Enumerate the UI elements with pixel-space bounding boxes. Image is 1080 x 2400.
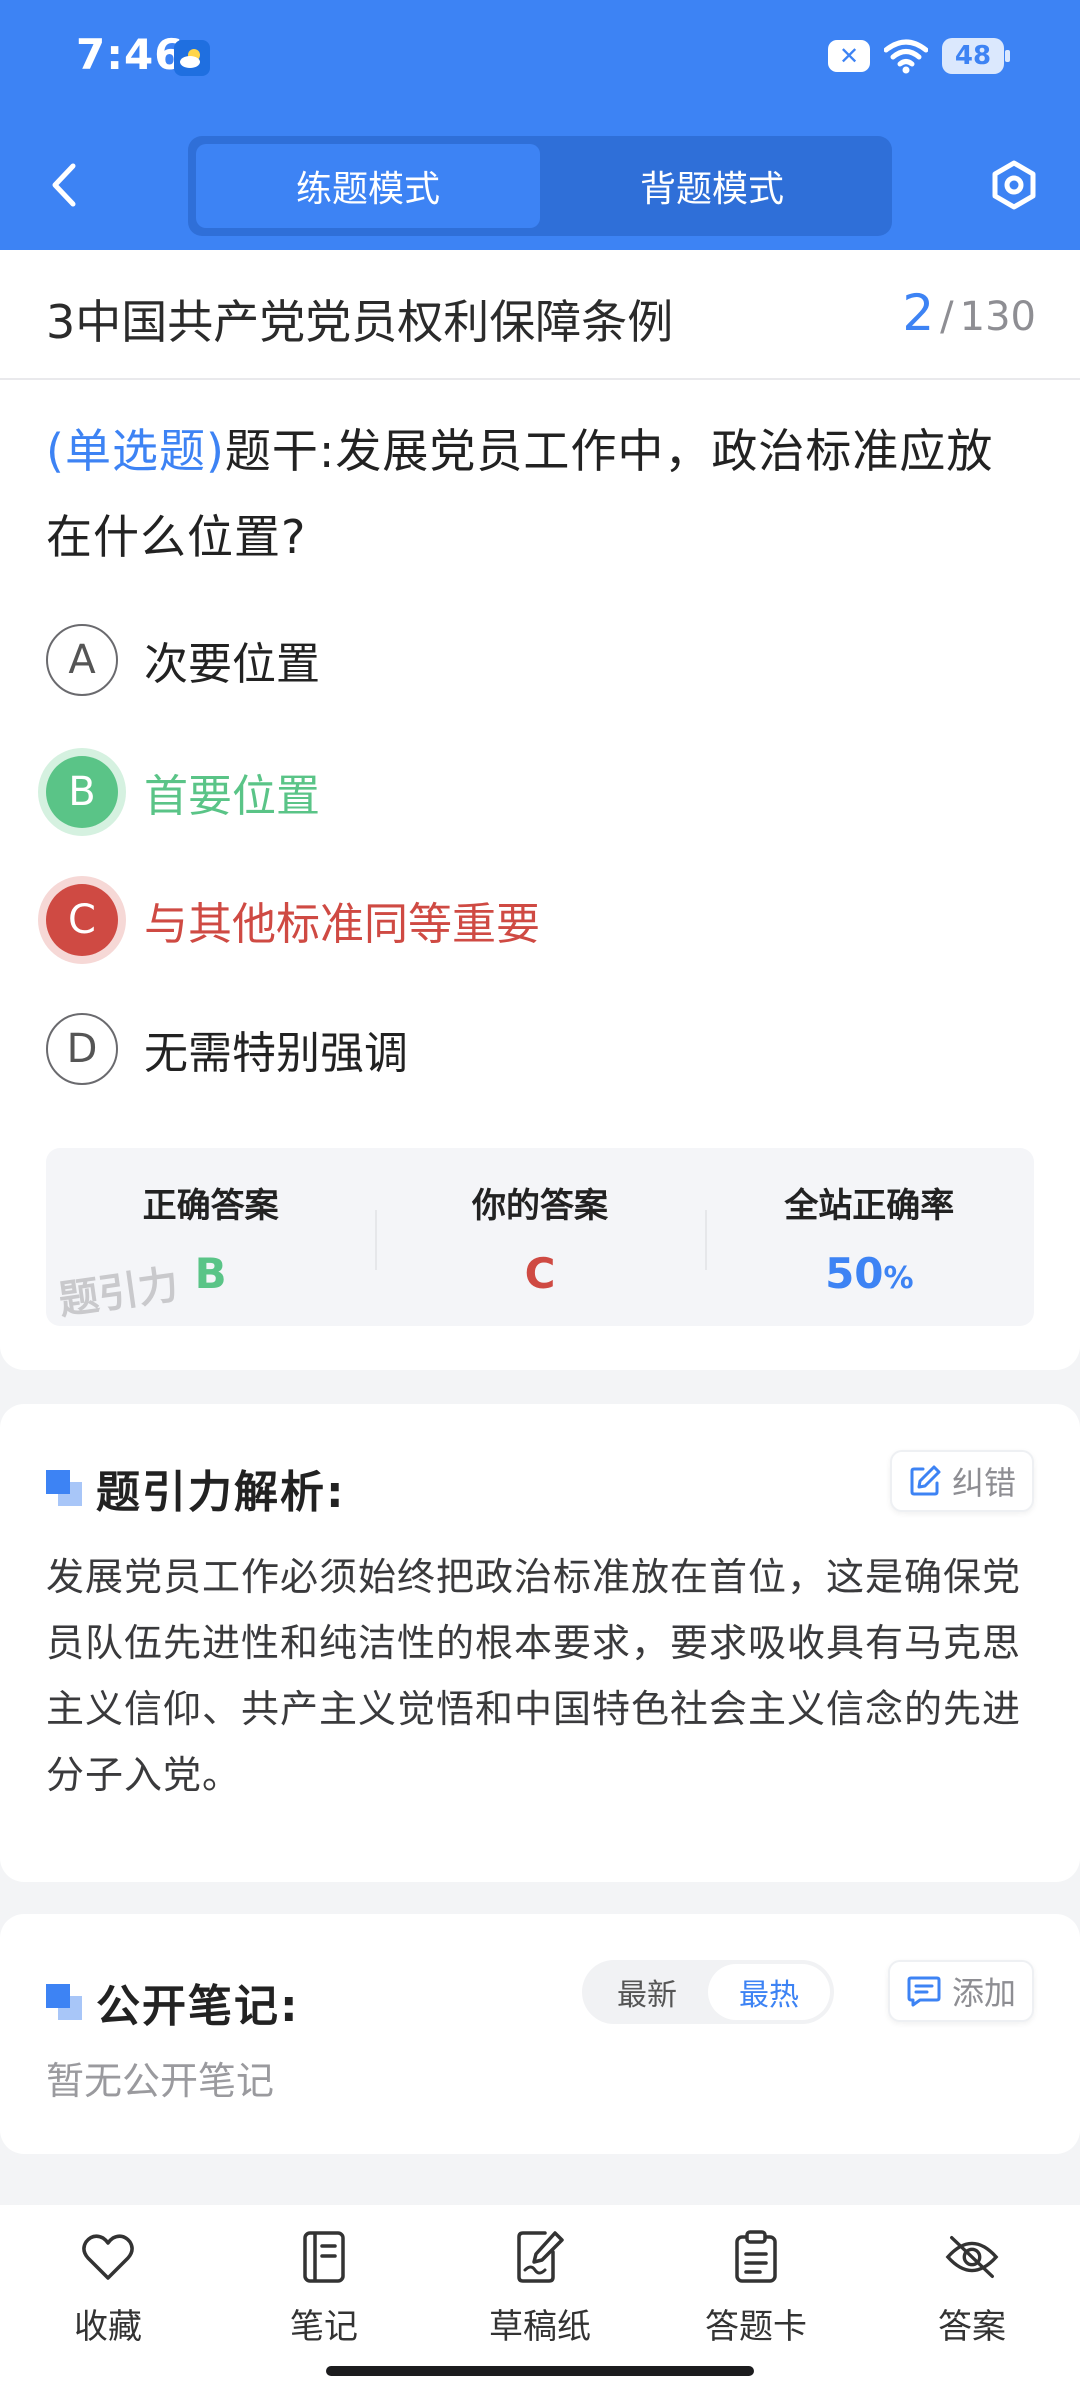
nav-label: 笔记: [290, 2307, 358, 2347]
notes-sort-toggle: 最新 最热: [582, 1960, 834, 2024]
stat-label: 正确答案: [142, 1186, 279, 1226]
watermark: 题引力: [55, 1261, 182, 1325]
rate-number: 50: [825, 1249, 884, 1298]
progress-total: 130: [959, 294, 1036, 340]
battery-indicator: 48: [942, 38, 1010, 74]
option-text: 首要位置: [144, 771, 320, 822]
report-error-label: 纠错: [951, 1464, 1016, 1502]
progress-current: 2: [902, 284, 935, 342]
tab-practice-mode[interactable]: 练题模式: [196, 144, 540, 228]
question-stem: (单选题)题干:发展党员工作中，政治标准应放在什么位置?: [46, 408, 1040, 580]
question-progress: 2 / 130: [902, 284, 1036, 342]
option-text: 无需特别强调: [144, 1028, 408, 1079]
option-a[interactable]: A 次要位置: [46, 624, 320, 696]
settings-button[interactable]: [984, 155, 1044, 215]
section-squares-icon: [46, 1984, 82, 2020]
mode-toggle: 练题模式 背题模式: [188, 136, 892, 236]
option-text: 与其他标准同等重要: [144, 899, 540, 950]
option-text: 次要位置: [144, 639, 320, 690]
progress-separator: /: [940, 294, 954, 340]
notification-x-icon: ✕: [828, 40, 870, 72]
notebook-icon: [296, 2229, 352, 2285]
answer-sheet-icon: [728, 2229, 784, 2285]
analysis-text: 发展党员工作必须始终把政治标准放在首位，这是确保党员队伍先进性和纯洁性的根本要求…: [46, 1555, 1022, 1797]
comment-icon: [907, 1976, 941, 2007]
wifi-icon: [884, 39, 928, 74]
chapter-title-row: 3中国共产党党员权利保障条例 2 / 130: [0, 250, 1080, 380]
draft-icon: [512, 2229, 568, 2285]
stat-value: B: [194, 1249, 227, 1298]
favorite-button[interactable]: 收藏: [0, 2205, 216, 2400]
stat-your-answer: 你的答案 C: [375, 1148, 704, 1326]
answer-stats: 正确答案 B 题引力 你的答案 C 全站正确率 50%: [46, 1148, 1034, 1326]
stat-value: 50%: [825, 1249, 914, 1298]
report-error-button[interactable]: 纠错: [889, 1450, 1034, 1512]
public-notes-card: 公开笔记: 最新 最热 添加 暂无公开笔记: [0, 1914, 1080, 2154]
stat-accuracy-rate: 全站正确率 50%: [704, 1148, 1034, 1326]
back-button[interactable]: [40, 155, 88, 215]
add-note-button[interactable]: 添加: [887, 1960, 1034, 2022]
analysis-header: 题引力解析:: [46, 1456, 346, 1520]
rate-unit: %: [883, 1261, 914, 1296]
hexagon-settings-icon: [992, 160, 1036, 210]
status-time: 7:46: [76, 30, 185, 79]
tab-memorize-mode[interactable]: 背题模式: [540, 144, 884, 228]
stat-label: 全站正确率: [784, 1186, 955, 1226]
stat-label: 你的答案: [471, 1186, 608, 1226]
option-c[interactable]: C 与其他标准同等重要: [46, 884, 540, 956]
option-letter: B: [46, 756, 118, 828]
nav-label: 收藏: [74, 2307, 142, 2347]
status-icons: ✕ 48: [828, 38, 1010, 74]
option-letter: A: [46, 624, 118, 696]
analysis-title: 题引力解析:: [96, 1467, 346, 1518]
stat-value: C: [524, 1249, 556, 1298]
notes-empty-text: 暂无公开笔记: [46, 2059, 275, 2103]
add-note-label: 添加: [951, 1974, 1016, 2012]
section-squares-icon: [46, 1470, 82, 1506]
heart-icon: [80, 2229, 136, 2285]
eye-off-icon: [944, 2229, 1000, 2285]
notes-title: 公开笔记:: [96, 1981, 300, 2032]
show-answer-button[interactable]: 答案: [864, 2205, 1080, 2400]
sort-latest-tab[interactable]: 最新: [586, 1964, 708, 2020]
option-letter: D: [46, 1013, 118, 1085]
sort-hottest-tab[interactable]: 最热: [708, 1964, 830, 2020]
chevron-left-icon: [52, 163, 76, 207]
notes-header: 公开笔记:: [46, 1970, 300, 2034]
weather-icon: [174, 40, 210, 76]
stat-correct-answer: 正确答案 B 题引力: [46, 1148, 375, 1326]
app-header: 7:46 ✕ 48 练题模式 背题模式: [0, 0, 1080, 250]
nav-label: 草稿纸: [489, 2307, 591, 2347]
nav-label: 答题卡: [705, 2307, 807, 2347]
question-type: (单选题): [46, 424, 225, 478]
home-indicator[interactable]: [326, 2366, 754, 2376]
option-d[interactable]: D 无需特别强调: [46, 1013, 408, 1085]
edit-icon: [910, 1465, 941, 1496]
option-b[interactable]: B 首要位置: [46, 756, 320, 828]
chapter-title: 3中国共产党党员权利保障条例: [46, 295, 674, 349]
nav-label: 答案: [938, 2307, 1006, 2347]
option-letter: C: [46, 884, 118, 956]
analysis-card: 题引力解析: 纠错 发展党员工作必须始终把政治标准放在首位，这是确保党员队伍先进…: [0, 1404, 1080, 1882]
